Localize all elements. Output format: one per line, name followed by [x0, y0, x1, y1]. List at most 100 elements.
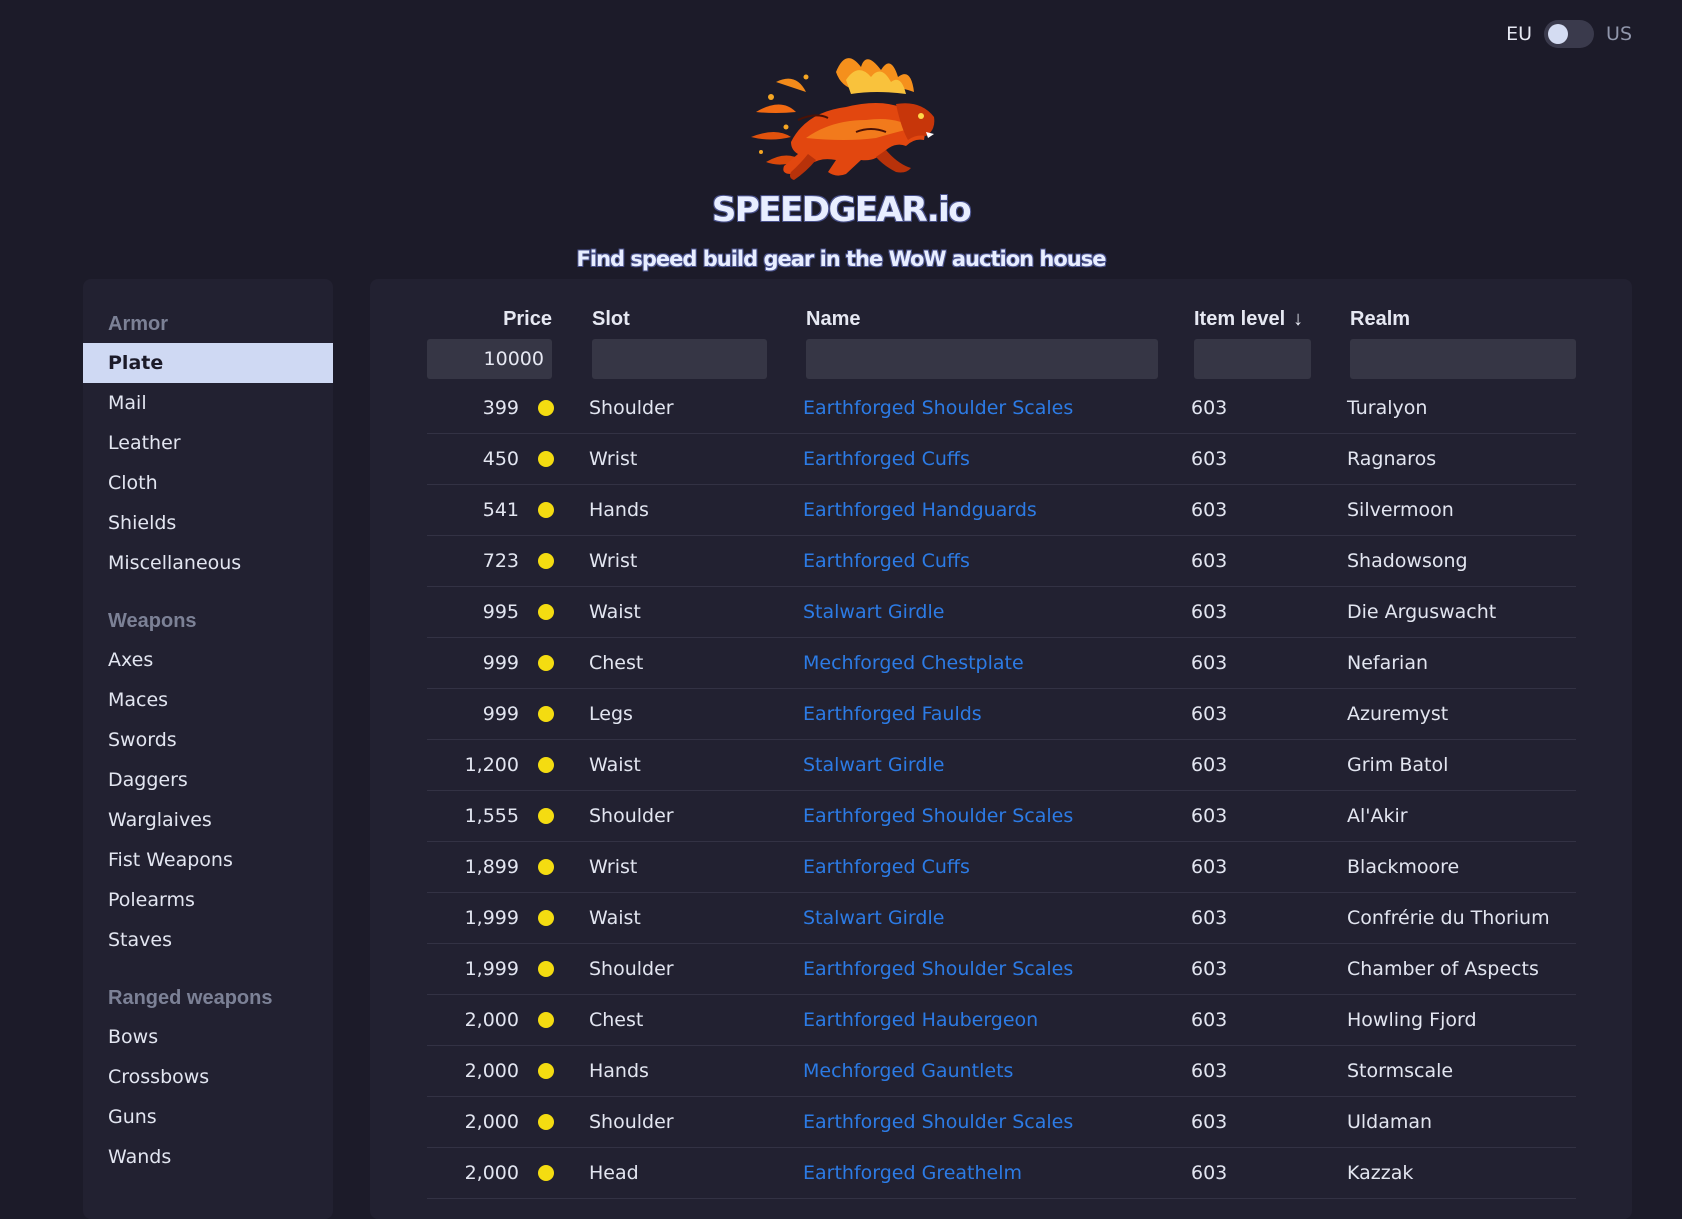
item-name-link[interactable]: Mechforged Chestplate [803, 638, 1024, 688]
group-title-weapons: Weapons [108, 610, 197, 632]
price-value: 999 [482, 703, 519, 725]
price-value: 399 [482, 397, 519, 419]
sidebar-item-fist-weapons[interactable]: Fist Weapons [83, 840, 333, 880]
sidebar-item-daggers[interactable]: Daggers [83, 760, 333, 800]
slot-value: Legs [589, 703, 633, 725]
item-level-value: 603 [1191, 499, 1228, 521]
realm-value: Chamber of Aspects [1347, 958, 1539, 980]
realm-filter-input[interactable] [1350, 339, 1576, 379]
slot-value: Shoulder [589, 958, 674, 980]
gold-coin-icon [538, 1114, 554, 1130]
slot-value: Hands [589, 499, 649, 521]
item-name-link[interactable]: Earthforged Cuffs [803, 434, 970, 484]
slot-value: Wrist [589, 550, 638, 572]
item-level-value: 603 [1191, 754, 1228, 776]
gold-coin-icon [538, 1063, 554, 1079]
item-level-value: 603 [1191, 550, 1228, 572]
sidebar-item-leather[interactable]: Leather [83, 423, 333, 463]
price-filter-input[interactable] [427, 339, 552, 379]
item-level-value: 603 [1191, 907, 1228, 929]
price-value: 1,899 [464, 856, 519, 878]
site-header: SPEEDGEAR.io Find speed build gear in th… [0, 42, 1682, 272]
sidebar-item-guns[interactable]: Guns [83, 1097, 333, 1137]
table-row: 2,000 Head Earthforged Greathelm 603 Kazzak [427, 1148, 1576, 1199]
table-row: 999 Chest Mechforged Chestplate 603 Nefarian [427, 638, 1576, 689]
price-value: 1,200 [464, 754, 519, 776]
switch-knob [1548, 24, 1569, 44]
table-row: 2,000 Shoulder Earthforged Shoulder Scales… [427, 1097, 1576, 1148]
sidebar-item-shields[interactable]: Shields [83, 503, 333, 543]
item-name-link[interactable]: Earthforged Shoulder Scales [803, 944, 1073, 994]
item-name-link[interactable]: Earthforged Shoulder Scales [803, 383, 1073, 433]
realm-value: Ragnaros [1347, 448, 1437, 470]
item-name-link[interactable]: Earthforged Shoulder Scales [803, 1097, 1073, 1147]
realm-value: Turalyon [1347, 397, 1428, 419]
slot-filter-input[interactable] [592, 339, 767, 379]
column-header-name[interactable]: Name [806, 307, 860, 331]
sort-descending-icon: ↓ [1293, 308, 1304, 330]
realm-value: Azuremyst [1347, 703, 1449, 725]
sidebar-item-cloth[interactable]: Cloth [83, 463, 333, 503]
gold-coin-icon [538, 859, 554, 875]
item-level-value: 603 [1191, 397, 1228, 419]
column-header-item-level[interactable]: Item level ↓ [1194, 307, 1303, 331]
sidebar-item-crossbows[interactable]: Crossbows [83, 1057, 333, 1097]
gold-coin-icon [538, 961, 554, 977]
column-header-price[interactable]: Price [427, 307, 552, 331]
realm-value: Silvermoon [1347, 499, 1454, 521]
item-name-link[interactable]: Stalwart Girdle [803, 740, 944, 790]
sidebar-item-warglaives[interactable]: Warglaives [83, 800, 333, 840]
sidebar-item-mail[interactable]: Mail [83, 383, 333, 423]
realm-value: Grim Batol [1347, 754, 1449, 776]
gold-coin-icon [538, 910, 554, 926]
name-filter-input[interactable] [806, 339, 1158, 379]
item-name-link[interactable]: Mechforged Gauntlets [803, 1046, 1013, 1096]
realm-value: Uldaman [1347, 1111, 1433, 1133]
sidebar-item-bows[interactable]: Bows [83, 1017, 333, 1057]
item-name-link[interactable]: Earthforged Shoulder Scales [803, 791, 1073, 841]
item-name-link[interactable]: Earthforged Cuffs [803, 536, 970, 586]
sidebar-item-wands[interactable]: Wands [83, 1137, 333, 1177]
column-header-realm[interactable]: Realm [1350, 307, 1410, 331]
item-name-link[interactable]: Earthforged Faulds [803, 689, 982, 739]
sidebar-item-polearms[interactable]: Polearms [83, 880, 333, 920]
group-title-ranged-weapons: Ranged weapons [108, 987, 273, 1009]
item-name-link[interactable]: Earthforged Haubergeon [803, 995, 1038, 1045]
results-panel: Price Slot Name Item level ↓ Realm 399 Sho… [370, 279, 1632, 1219]
slot-value: Chest [589, 652, 644, 674]
gold-coin-icon [538, 757, 554, 773]
item-name-link[interactable]: Stalwart Girdle [803, 587, 944, 637]
category-sidebar: Armor Plate Mail Leather Cloth Shields M… [83, 279, 333, 1219]
realm-value: Blackmoore [1347, 856, 1460, 878]
item-name-link[interactable]: Earthforged Cuffs [803, 842, 970, 892]
realm-value: Howling Fjord [1347, 1009, 1477, 1031]
item-name-link[interactable]: Earthforged Handguards [803, 485, 1037, 535]
price-value: 1,999 [464, 958, 519, 980]
sidebar-item-swords[interactable]: Swords [83, 720, 333, 760]
slot-value: Chest [589, 1009, 644, 1031]
sidebar-item-plate[interactable]: Plate [83, 343, 333, 383]
slot-value: Wrist [589, 448, 638, 470]
price-value: 999 [482, 652, 519, 674]
table-row: 1,899 Wrist Earthforged Cuffs 603 Blackmoore [427, 842, 1576, 893]
sidebar-item-axes[interactable]: Axes [83, 640, 333, 680]
table-row: 1,200 Waist Stalwart Girdle 603 Grim Batol [427, 740, 1576, 791]
sidebar-item-staves[interactable]: Staves [83, 920, 333, 960]
sidebar-item-maces[interactable]: Maces [83, 680, 333, 720]
slot-value: Waist [589, 601, 641, 623]
item-level-filter-input[interactable] [1194, 339, 1311, 379]
results-table-body: 399 Shoulder Earthforged Shoulder Scales 60… [427, 383, 1576, 1199]
table-row: 541 Hands Earthforged Handguards 603 Silverm… [427, 485, 1576, 536]
gold-coin-icon [538, 400, 554, 416]
realm-value: Die Arguswacht [1347, 601, 1497, 623]
item-name-link[interactable]: Earthforged Greathelm [803, 1148, 1022, 1198]
item-level-value: 603 [1191, 1060, 1228, 1082]
realm-value: Al'Akir [1347, 805, 1408, 827]
item-name-link[interactable]: Stalwart Girdle [803, 893, 944, 943]
slot-value: Shoulder [589, 805, 674, 827]
column-header-slot[interactable]: Slot [592, 307, 630, 331]
sidebar-item-miscellaneous[interactable]: Miscellaneous [83, 543, 333, 583]
gold-coin-icon [538, 706, 554, 722]
table-row: 1,999 Shoulder Earthforged Shoulder Scales… [427, 944, 1576, 995]
price-value: 995 [482, 601, 519, 623]
